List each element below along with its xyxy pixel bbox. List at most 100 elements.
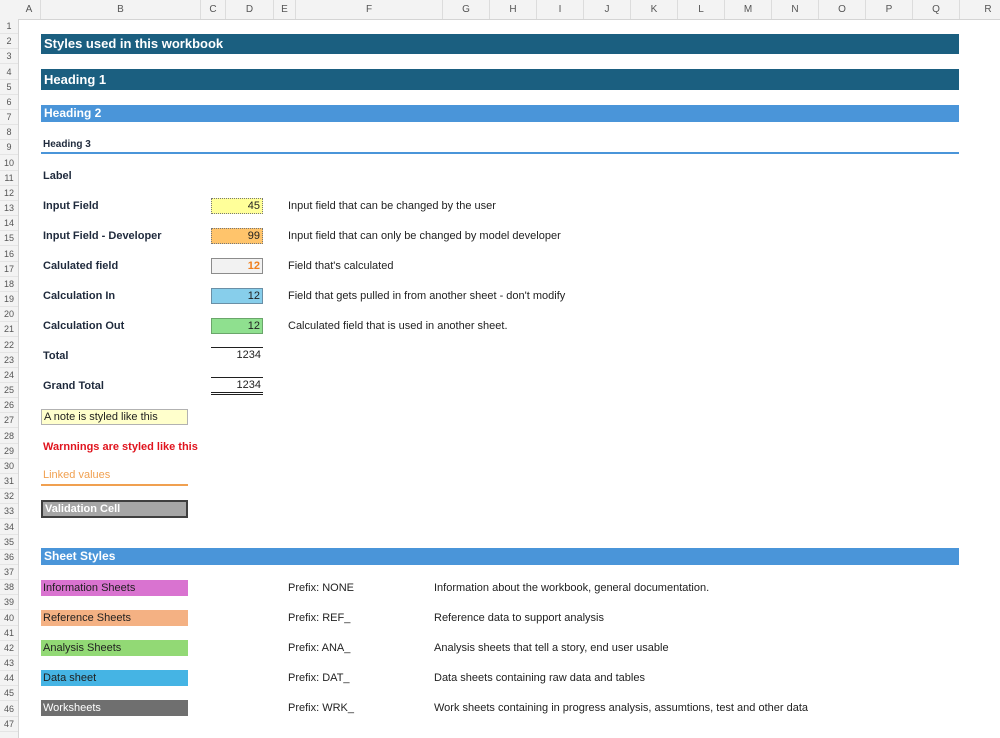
column-header-m[interactable]: M (725, 0, 772, 19)
row-header-18[interactable]: 18 (0, 277, 18, 292)
total-cell[interactable]: 1234 (211, 347, 263, 363)
field-label-calc-in[interactable]: Calculation In (43, 290, 115, 302)
row-header-30[interactable]: 30 (0, 459, 18, 474)
row-header-36[interactable]: 36 (0, 550, 18, 565)
column-header-g[interactable]: G (443, 0, 490, 19)
field-desc-input-dev[interactable]: Input field that can only be changed by … (288, 230, 561, 242)
field-label-input[interactable]: Input Field (43, 200, 99, 212)
total-label[interactable]: Total (43, 350, 68, 362)
column-header-j[interactable]: J (584, 0, 631, 19)
sheet-desc-analysis[interactable]: Analysis sheets that tell a story, end u… (434, 642, 669, 654)
title-banner[interactable]: Styles used in this workbook (41, 34, 959, 54)
row-header-3[interactable]: 3 (0, 49, 18, 65)
note-cell[interactable]: A note is styled like this (41, 409, 188, 425)
linked-values-cell[interactable]: Linked values (41, 469, 188, 486)
row-header-27[interactable]: 27 (0, 413, 18, 429)
row-header-10[interactable]: 10 (0, 156, 18, 171)
sheet-prefix-analysis[interactable]: Prefix: ANA_ (288, 642, 350, 654)
row-header-12[interactable]: 12 (0, 186, 18, 201)
column-header-e[interactable]: E (274, 0, 296, 19)
row-header-24[interactable]: 24 (0, 368, 18, 383)
row-header-45[interactable]: 45 (0, 686, 18, 702)
row-header-34[interactable]: 34 (0, 520, 18, 535)
row-header-15[interactable]: 15 (0, 231, 18, 247)
row-header-8[interactable]: 8 (0, 125, 18, 141)
row-header-46[interactable]: 46 (0, 702, 18, 717)
column-header-d[interactable]: D (226, 0, 274, 19)
heading2-banner[interactable]: Heading 2 (41, 105, 959, 122)
row-header-23[interactable]: 23 (0, 353, 18, 368)
column-header-n[interactable]: N (772, 0, 819, 19)
row-header-42[interactable]: 42 (0, 641, 18, 656)
input-field-cell[interactable]: 45 (211, 198, 263, 214)
field-label-calc-out[interactable]: Calculation Out (43, 320, 124, 332)
row-header-11[interactable]: 11 (0, 171, 18, 186)
sheet-styles-banner[interactable]: Sheet Styles (41, 548, 959, 565)
sheet-desc-information[interactable]: Information about the workbook, general … (434, 582, 709, 594)
sheet-prefix-worksheets[interactable]: Prefix: WRK_ (288, 702, 354, 714)
sheet-swatch-reference[interactable]: Reference Sheets (41, 610, 188, 626)
row-header-4[interactable]: 4 (0, 65, 18, 80)
row-header-20[interactable]: 20 (0, 307, 18, 323)
column-header-b[interactable]: B (41, 0, 201, 19)
row-header-31[interactable]: 31 (0, 474, 18, 490)
calculated-field-cell[interactable]: 12 (211, 258, 263, 274)
column-header-o[interactable]: O (819, 0, 866, 19)
column-header-a[interactable]: A (18, 0, 41, 19)
row-header-43[interactable]: 43 (0, 656, 18, 672)
row-header-32[interactable]: 32 (0, 489, 18, 505)
row-header-5[interactable]: 5 (0, 80, 18, 95)
row-header-22[interactable]: 22 (0, 338, 18, 353)
row-header-39[interactable]: 39 (0, 595, 18, 611)
field-label-input-dev[interactable]: Input Field - Developer (43, 230, 162, 242)
column-header-c[interactable]: C (201, 0, 226, 19)
row-header-21[interactable]: 21 (0, 322, 18, 338)
row-header-16[interactable]: 16 (0, 247, 18, 262)
row-header-33[interactable]: 33 (0, 504, 18, 520)
sheet-swatch-information[interactable]: Information Sheets (41, 580, 188, 596)
row-header-35[interactable]: 35 (0, 535, 18, 550)
column-header-h[interactable]: H (490, 0, 537, 19)
row-header-6[interactable]: 6 (0, 95, 18, 110)
column-header-p[interactable]: P (866, 0, 913, 19)
calc-out-cell[interactable]: 12 (211, 318, 263, 334)
row-header-28[interactable]: 28 (0, 429, 18, 444)
column-header-i[interactable]: I (537, 0, 584, 19)
row-header-1[interactable]: 1 (0, 19, 18, 34)
warning-cell[interactable]: Warnnings are styled like this (43, 441, 198, 453)
row-header-29[interactable]: 29 (0, 444, 18, 459)
field-desc-calculated[interactable]: Field that's calculated (288, 260, 393, 272)
row-header-44[interactable]: 44 (0, 671, 18, 687)
label-cell[interactable]: Label (43, 170, 72, 182)
row-header-19[interactable]: 19 (0, 292, 18, 308)
sheet-prefix-data[interactable]: Prefix: DAT_ (288, 672, 350, 684)
sheet-desc-data[interactable]: Data sheets containing raw data and tabl… (434, 672, 645, 684)
field-desc-calc-out[interactable]: Calculated field that is used in another… (288, 320, 508, 332)
sheet-desc-reference[interactable]: Reference data to support analysis (434, 612, 604, 624)
sheet-desc-worksheets[interactable]: Work sheets containing in progress analy… (434, 702, 808, 714)
column-header-k[interactable]: K (631, 0, 678, 19)
input-dev-field-cell[interactable]: 99 (211, 228, 263, 244)
sheet-swatch-worksheets[interactable]: Worksheets (41, 700, 188, 716)
field-desc-calc-in[interactable]: Field that gets pulled in from another s… (288, 290, 565, 302)
heading3-cell[interactable]: Heading 3 (43, 139, 91, 150)
row-header-17[interactable]: 17 (0, 262, 18, 277)
row-header-9[interactable]: 9 (0, 140, 18, 156)
grand-total-label[interactable]: Grand Total (43, 380, 104, 392)
row-header-7[interactable]: 7 (0, 110, 18, 126)
row-header-25[interactable]: 25 (0, 383, 18, 399)
row-header-40[interactable]: 40 (0, 611, 18, 626)
heading1-banner[interactable]: Heading 1 (41, 69, 959, 90)
row-header-37[interactable]: 37 (0, 565, 18, 581)
validation-cell[interactable]: Validation Cell (41, 500, 188, 518)
sheet-prefix-reference[interactable]: Prefix: REF_ (288, 612, 350, 624)
row-header-14[interactable]: 14 (0, 216, 18, 232)
column-header-l[interactable]: L (678, 0, 725, 19)
sheet-prefix-information[interactable]: Prefix: NONE (288, 582, 354, 594)
column-header-q[interactable]: Q (913, 0, 960, 19)
column-header-f[interactable]: F (296, 0, 443, 19)
sheet-swatch-analysis[interactable]: Analysis Sheets (41, 640, 188, 656)
row-header-47[interactable]: 47 (0, 717, 18, 732)
grand-total-cell[interactable]: 1234 (211, 377, 263, 395)
calc-in-cell[interactable]: 12 (211, 288, 263, 304)
